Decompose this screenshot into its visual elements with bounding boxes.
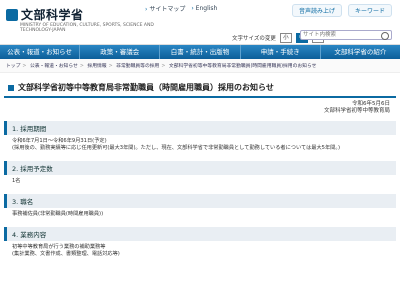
breadcrumb-separator: > bbox=[79, 64, 84, 69]
section-period: 1. 採用期間 令和6年7月1日～令和6年9月31日(予定) (採用後の、勤務実… bbox=[4, 121, 396, 155]
speech-button[interactable]: 音声読み上げ bbox=[291, 4, 342, 17]
search-input[interactable]: サイト内検索 bbox=[300, 30, 392, 40]
arrow-right-icon: › bbox=[191, 5, 194, 12]
section-body: 事務補佐員(非常勤職員(時間雇用職員)) bbox=[4, 208, 396, 221]
section-heading: 4. 業務内容 bbox=[4, 227, 396, 241]
site-header: 文部科学省 MINISTRY OF EDUCATION, CULTURE, SP… bbox=[0, 0, 400, 45]
nav-item-applications[interactable]: 申請・手続き bbox=[241, 45, 321, 59]
search-placeholder: サイト内検索 bbox=[303, 32, 337, 38]
page-title-text: 文部科学省初等中等教育局非常勤職員（時間雇用職員）採用のお知らせ bbox=[18, 83, 274, 92]
site-name: 文部科学省 bbox=[21, 8, 84, 22]
section-line: 初等中等教育局が行う業務の補助業務等 bbox=[12, 244, 106, 250]
arrow-right-icon: › bbox=[145, 6, 148, 13]
section-line: 1名 bbox=[12, 178, 21, 184]
breadcrumb-item[interactable]: 非常勤職員等の採用 bbox=[116, 64, 159, 69]
english-link[interactable]: › English bbox=[191, 5, 217, 12]
publish-meta: 令和6年5月6日 文部科学省初等中等教育局 bbox=[0, 98, 400, 115]
breadcrumb-item[interactable]: 公表・報道・お知らせ bbox=[30, 64, 78, 69]
global-nav: 公表・報道・お知らせ 政策・審議会 白書・統計・出版物 申請・手続き 文部科学省… bbox=[0, 45, 400, 59]
section-body: 1名 bbox=[4, 175, 396, 188]
site-logo[interactable]: 文部科学省 MINISTRY OF EDUCATION, CULTURE, SP… bbox=[6, 6, 154, 33]
breadcrumb-current: 文部科学省初等中等教育局非常勤職員(時間雇用職員)採用のお知らせ bbox=[168, 64, 317, 69]
section-line: (採用後の、勤務実績等に応じ任用更新可(最大3年間)。ただし、現在、文部科学省で… bbox=[12, 145, 340, 151]
title-square-icon bbox=[8, 84, 14, 91]
nav-item-policy[interactable]: 政策・審議会 bbox=[80, 45, 161, 59]
section-line: (集計業務、文書作成、書類整理、電話対応等) bbox=[12, 251, 120, 257]
site-subtitle: MINISTRY OF EDUCATION, CULTURE, SPORTS, … bbox=[20, 23, 154, 33]
publish-date: 令和6年5月6日 bbox=[352, 101, 390, 107]
section-duties: 4. 業務内容 初等中等教育局が行う業務の補助業務等 (集計業務、文書作成、書類… bbox=[4, 227, 396, 261]
section-line: 事務補佐員(非常勤職員(時間雇用職員)) bbox=[12, 211, 104, 217]
top-right-links: 音声読み上げ キーワード bbox=[291, 4, 392, 17]
search-icon[interactable] bbox=[381, 32, 389, 40]
breadcrumb-separator: > bbox=[161, 64, 166, 69]
logo-mark-icon bbox=[6, 8, 18, 21]
section-body: 初等中等教育局が行う業務の補助業務等 (集計業務、文書作成、書類整理、電話対応等… bbox=[4, 241, 396, 261]
section-heading: 1. 採用期間 bbox=[4, 121, 396, 135]
breadcrumb-item[interactable]: 採用情報 bbox=[87, 64, 106, 69]
sitemap-link[interactable]: › サイトマップ bbox=[145, 4, 185, 13]
breadcrumb-separator: > bbox=[108, 64, 113, 69]
section-count: 2. 採用予定数 1名 bbox=[4, 161, 396, 188]
breadcrumb-item[interactable]: トップ bbox=[6, 64, 20, 69]
section-body: 令和6年7月1日～令和6年9月31日(予定) (採用後の、勤務実績等に応じ任用更… bbox=[4, 135, 396, 155]
section-heading: 2. 採用予定数 bbox=[4, 161, 396, 175]
section-heading: 3. 職名 bbox=[4, 194, 396, 208]
text-size-small-button[interactable]: 小 bbox=[279, 33, 292, 43]
nav-item-news[interactable]: 公表・報道・お知らせ bbox=[0, 45, 81, 59]
keyword-button[interactable]: キーワード bbox=[347, 4, 392, 17]
nav-item-about[interactable]: 文部科学省の紹介 bbox=[321, 45, 400, 59]
section-title: 3. 職名 事務補佐員(非常勤職員(時間雇用職員)) bbox=[4, 194, 396, 221]
breadcrumb: トップ > 公表・報道・お知らせ > 採用情報 > 非常勤職員等の採用 > 文部科学省初… bbox=[0, 59, 400, 73]
section-line: 令和6年7月1日～令和6年9月31日(予定) bbox=[12, 138, 107, 144]
utility-links: › サイトマップ › English bbox=[145, 4, 217, 13]
nav-item-publications[interactable]: 白書・統計・出版物 bbox=[160, 45, 241, 59]
page-title: 文部科学省初等中等教育局非常勤職員（時間雇用職員）採用のお知らせ bbox=[4, 79, 396, 98]
text-size-label: 文字サイズの変更 bbox=[232, 36, 276, 42]
breadcrumb-separator: > bbox=[22, 64, 27, 69]
publish-dept: 文部科学省初等中等教育局 bbox=[323, 108, 390, 114]
